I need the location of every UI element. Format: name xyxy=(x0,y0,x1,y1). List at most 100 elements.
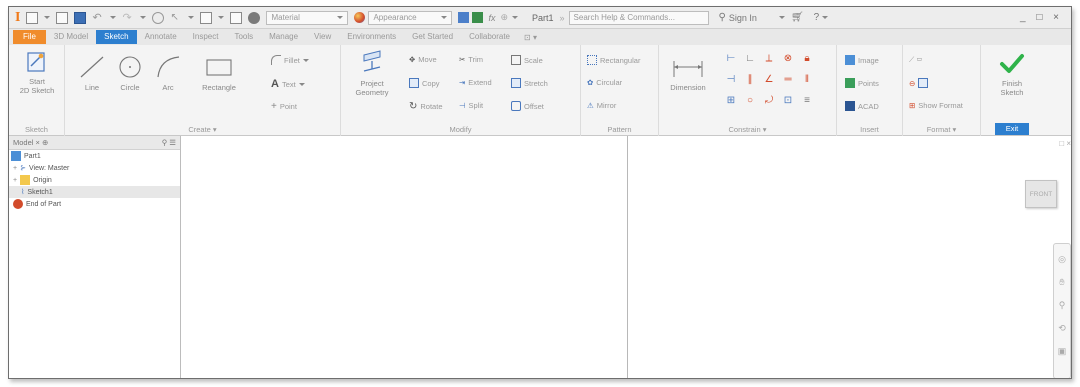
show-constraints-icon[interactable]: ⊡ xyxy=(780,95,796,106)
expand-icon[interactable]: + xyxy=(13,177,17,184)
tab-inspect[interactable]: Inspect xyxy=(185,30,227,44)
pan-icon[interactable]: ✋︎ xyxy=(1059,277,1064,288)
scale-button[interactable]: Scale xyxy=(511,55,543,65)
browser-tab-model[interactable]: Model × ⊕ xyxy=(13,138,48,147)
lock-icon[interactable]: 🔒︎ xyxy=(799,53,815,64)
centerline-button[interactable]: ⊖ xyxy=(909,78,929,88)
finish-sketch-button[interactable]: Finish Sketch xyxy=(987,53,1037,97)
iproperties-icon[interactable] xyxy=(230,11,243,24)
point-button[interactable]: + Point xyxy=(271,101,297,112)
chevron-down-icon[interactable] xyxy=(218,16,225,19)
browser-item-view[interactable]: + ⊱ View: Master xyxy=(9,162,180,174)
perpendicular-icon[interactable]: ∟ xyxy=(742,53,758,64)
sign-in-link[interactable]: Sign In xyxy=(729,13,757,23)
fix-icon[interactable]: ⊗ xyxy=(780,53,796,64)
undo-icon[interactable]: ↶ xyxy=(92,12,104,24)
chevron-down-icon[interactable] xyxy=(822,16,829,19)
redo-icon[interactable]: ↷ xyxy=(122,12,134,24)
browser-item-part[interactable]: Part1 xyxy=(9,150,180,162)
fx-icon[interactable]: fx xyxy=(488,13,495,23)
acad-button[interactable]: ACAD xyxy=(845,101,879,111)
fillet-button[interactable]: Fillet xyxy=(271,55,309,65)
chevron-down-icon[interactable] xyxy=(110,16,117,19)
circular-pattern-button[interactable]: ✿ Circular xyxy=(587,78,622,87)
line-button[interactable]: Line xyxy=(75,55,109,92)
symmetric-icon[interactable]: ⤾ xyxy=(761,95,777,106)
steering-wheel-icon[interactable]: ◎ xyxy=(1058,254,1066,265)
material-dropdown[interactable]: Material xyxy=(266,10,349,25)
tab-get-started[interactable]: Get Started xyxy=(404,30,461,44)
image-button[interactable]: Image xyxy=(845,55,879,65)
tangent-icon[interactable]: ⟂ xyxy=(761,53,777,64)
zoom-icon[interactable]: ⚲ xyxy=(1059,300,1066,311)
look-at-icon[interactable]: ▣ xyxy=(1058,346,1067,357)
circle-button[interactable]: Circle xyxy=(113,55,147,92)
equal-icon[interactable]: ⊞ xyxy=(723,95,739,106)
settings-icon[interactable] xyxy=(248,11,261,24)
rotate-button[interactable]: ↻ Rotate xyxy=(409,101,443,112)
text-button[interactable]: A Text xyxy=(271,78,305,90)
arc-button[interactable]: Arc xyxy=(151,55,185,92)
tab-environments[interactable]: Environments xyxy=(339,30,404,44)
tab-sketch[interactable]: Sketch xyxy=(96,30,137,44)
coincident-icon[interactable]: ⊢ xyxy=(723,53,739,64)
clear-appearance-icon[interactable] xyxy=(472,12,484,23)
move-button[interactable]: ✥ Move xyxy=(409,55,437,64)
stretch-button[interactable]: Stretch xyxy=(511,78,548,88)
extend-button[interactable]: ⇥ Extend xyxy=(459,78,492,87)
rectangle-button[interactable]: Rectangle xyxy=(197,55,241,92)
viewport-controls[interactable]: □ × xyxy=(1059,139,1071,148)
parallel-icon[interactable]: ∥ xyxy=(742,74,758,85)
smooth-icon[interactable]: ○ xyxy=(742,95,758,106)
measure-icon[interactable] xyxy=(200,11,213,24)
browser-item-origin[interactable]: + Origin xyxy=(9,174,180,186)
browser-search-icon[interactable]: ⚲ ☰ xyxy=(162,138,176,147)
open-file-icon[interactable] xyxy=(56,11,69,24)
project-geometry-button[interactable]: Project Geometry xyxy=(347,49,397,97)
chevron-down-icon[interactable] xyxy=(512,16,519,19)
constraint-settings-icon[interactable]: ≡ xyxy=(799,95,815,106)
plus-icon[interactable]: ⊕ xyxy=(500,12,508,23)
save-icon[interactable] xyxy=(74,11,87,24)
start-2d-sketch-button[interactable]: Start 2D Sketch xyxy=(15,49,59,95)
cart-icon[interactable]: 🛒︎ xyxy=(791,12,804,23)
appearance-dropdown[interactable]: Appearance xyxy=(368,10,453,25)
tab-3d-model[interactable]: 3D Model xyxy=(46,30,96,44)
tab-overflow-icon[interactable]: ⊡ ▾ xyxy=(524,33,537,42)
browser-item-end-of-part[interactable]: End of Part xyxy=(9,198,180,210)
rectangular-pattern-button[interactable]: Rectangular xyxy=(587,55,640,65)
construction-button[interactable]: ⟋ ▭ xyxy=(909,55,922,65)
tab-tools[interactable]: Tools xyxy=(226,30,261,44)
collinear-icon[interactable]: ⊣ xyxy=(723,74,739,85)
adjust-icon[interactable] xyxy=(458,12,470,23)
view-cube[interactable]: FRONT xyxy=(1025,180,1057,208)
update-icon[interactable] xyxy=(152,11,165,24)
select-icon[interactable]: ↖ xyxy=(170,12,182,24)
tab-annotate[interactable]: Annotate xyxy=(137,30,185,44)
vertical-icon[interactable]: ‖ xyxy=(799,74,815,85)
points-button[interactable]: Points xyxy=(845,78,879,88)
user-icon[interactable]: ⚲ xyxy=(719,12,726,23)
window-controls[interactable]: _ □ × xyxy=(1020,12,1063,23)
tab-collaborate[interactable]: Collaborate xyxy=(461,30,518,44)
help-icon[interactable]: ? xyxy=(814,12,820,23)
tab-file[interactable]: File xyxy=(13,30,46,44)
tab-view[interactable]: View xyxy=(306,30,339,44)
chevron-down-icon[interactable] xyxy=(778,16,785,19)
copy-button[interactable]: Copy xyxy=(409,78,440,88)
split-divider[interactable] xyxy=(627,136,628,378)
graphics-window[interactable]: □ × FRONT ◎ ✋︎ ⚲ ⟲ ▣ xyxy=(182,136,1071,378)
show-format-button[interactable]: ⊞ Show Format xyxy=(909,101,963,110)
split-button[interactable]: ⊣ Split xyxy=(459,101,483,110)
chevron-down-icon[interactable] xyxy=(44,16,51,19)
chevron-down-icon[interactable] xyxy=(140,16,147,19)
tab-manage[interactable]: Manage xyxy=(261,30,306,44)
dimension-button[interactable]: Dimension xyxy=(665,59,711,92)
browser-item-sketch[interactable]: ⌇ Sketch1 xyxy=(9,186,180,198)
horizontal-icon[interactable]: ═ xyxy=(780,74,796,85)
mirror-button[interactable]: ⚠︎ Mirror xyxy=(587,101,616,110)
chevron-down-icon[interactable] xyxy=(188,16,195,19)
offset-button[interactable]: Offset xyxy=(511,101,544,111)
trim-button[interactable]: ✂ Trim xyxy=(459,55,483,64)
orbit-icon[interactable]: ⟲ xyxy=(1058,323,1066,334)
